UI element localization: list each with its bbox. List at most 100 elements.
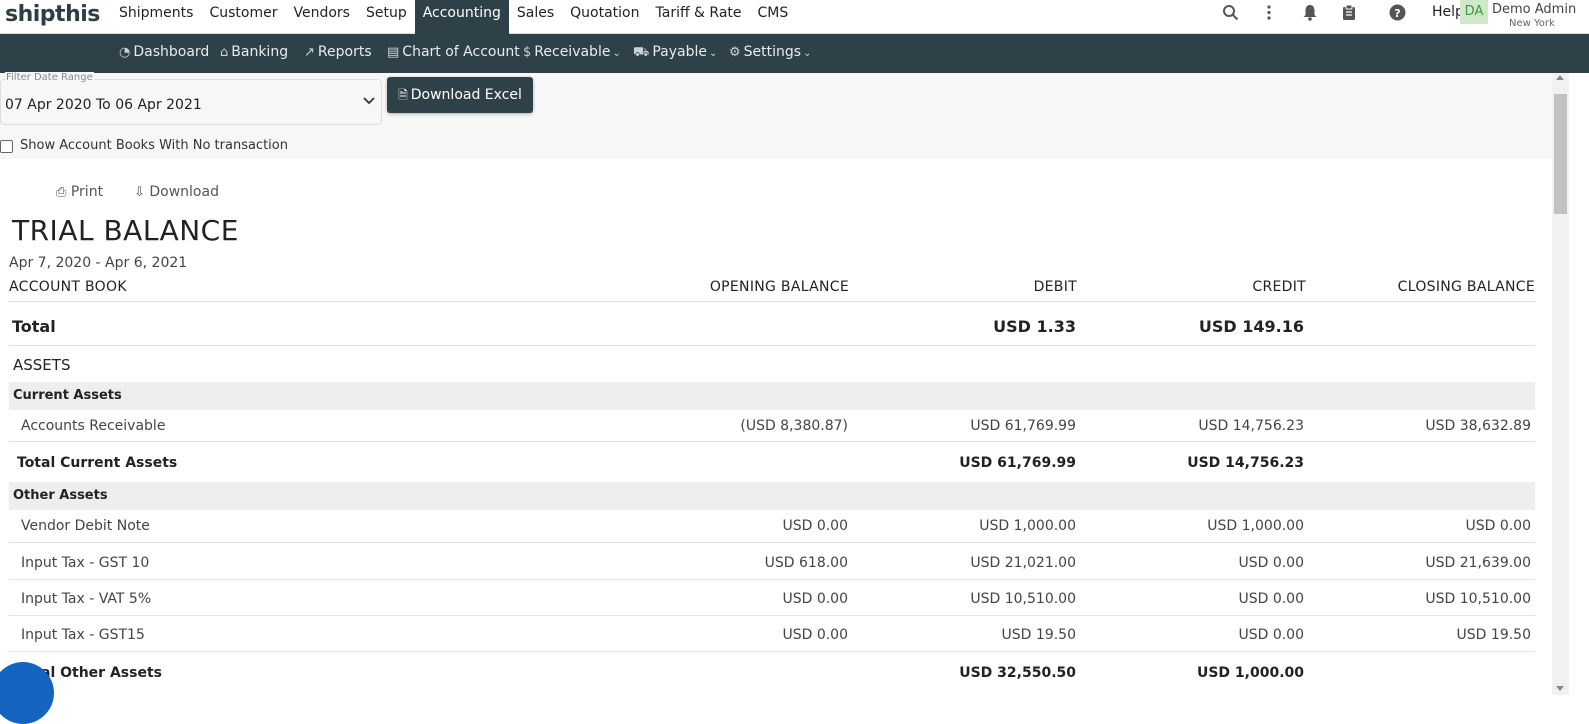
subtotal-debit: USD 61,769.99 (959, 455, 1076, 471)
top-bar: shipthis Shipments Customer Vendors Setu… (0, 0, 1589, 34)
download-label: Download (149, 184, 219, 200)
shipthis-logo[interactable]: shipthis (5, 2, 100, 27)
subtotal-debit: USD 32,550.50 (959, 665, 1076, 681)
closing-balance-cell: USD 19.50 (1456, 627, 1531, 643)
total-label: Total (12, 317, 56, 336)
debit-cell: USD 10,510.00 (970, 591, 1076, 607)
print-button[interactable]: ⎙ Print (56, 184, 103, 200)
credit-cell: USD 1,000.00 (1207, 518, 1304, 534)
no-transaction-checkbox[interactable] (0, 140, 13, 153)
svg-text:?: ? (1394, 7, 1400, 20)
group-row: Other Assets (9, 482, 1535, 510)
nav-sales[interactable]: Sales (509, 0, 562, 34)
credit-cell: USD 0.00 (1238, 627, 1304, 643)
cart-icon: ⛟ (633, 45, 650, 60)
subnav-payable[interactable]: ⛟ Payable ⌄ (633, 44, 720, 62)
subtotal-label: Total Current Assets (17, 455, 178, 471)
subnav-chart-of-account[interactable]: ▤ Chart of Account (387, 44, 520, 60)
account-name[interactable]: Input Tax - VAT 5% (21, 591, 151, 607)
closing-balance-cell: USD 38,632.89 (1425, 418, 1531, 434)
opening-balance-cell: USD 618.00 (764, 555, 848, 571)
total-row: Total USD 1.33 USD 149.16 (9, 302, 1535, 346)
nav-accounting[interactable]: Accounting (414, 0, 509, 34)
group-current-assets-label: Current Assets (13, 388, 122, 403)
account-name[interactable]: Accounts Receivable (21, 418, 165, 434)
opening-balance-cell: USD 0.00 (782, 591, 848, 607)
debit-cell: USD 19.50 (1001, 627, 1076, 643)
subnav-chart-of-account-label: Chart of Account (402, 44, 520, 60)
closing-balance-cell: USD 10,510.00 (1425, 591, 1531, 607)
nav-shipments[interactable]: Shipments (111, 0, 201, 34)
chevron-down-icon: ⌄ (612, 48, 621, 59)
date-range-value: 07 Apr 2020 To 06 Apr 2021 (5, 97, 202, 113)
debit-cell: USD 1,000.00 (979, 518, 1076, 534)
scroll-thumb[interactable] (1554, 94, 1567, 214)
date-range-legend: Filter Date Range (5, 72, 94, 83)
subnav-reports-label: Reports (317, 44, 372, 60)
subnav-banking[interactable]: ⌂ Banking (220, 44, 288, 60)
opening-balance-cell: USD 0.00 (782, 627, 848, 643)
user-name[interactable]: Demo Admin (1492, 2, 1576, 17)
more-vertical-icon[interactable] (1265, 4, 1273, 25)
opening-balance-cell: USD 0.00 (782, 518, 848, 534)
bell-icon[interactable] (1302, 4, 1318, 25)
debit-cell: USD 21,021.00 (970, 555, 1076, 571)
subnav-reports[interactable]: ↗ Reports (304, 44, 372, 60)
scroll-down-arrow-icon[interactable] (1556, 686, 1564, 691)
clipboard-icon[interactable] (1341, 4, 1357, 25)
table-row[interactable]: Input Tax - VAT 5% USD 0.00 USD 10,510.0… (9, 580, 1535, 616)
subnav-settings-label: Settings (743, 44, 802, 60)
chevron-down-icon: ⌄ (803, 48, 812, 59)
search-icon[interactable] (1222, 4, 1239, 25)
nav-setup[interactable]: Setup (358, 0, 415, 34)
account-name[interactable]: Vendor Debit Note (21, 518, 150, 534)
subnav-payable-label: Payable (652, 44, 708, 60)
column-header-credit: CREDIT (1252, 279, 1306, 295)
opening-balance-cell: (USD 8,380.87) (740, 418, 848, 434)
nav-tariff-rate[interactable]: Tariff & Rate (648, 0, 750, 34)
nav-vendors[interactable]: Vendors (285, 0, 357, 34)
credit-cell: USD 0.00 (1238, 591, 1304, 607)
no-transaction-label[interactable]: Show Account Books With No transaction (20, 138, 288, 153)
avatar[interactable]: DA (1460, 0, 1488, 24)
nav-quotation[interactable]: Quotation (562, 0, 647, 34)
download-button[interactable]: ⇩ Download (134, 184, 219, 200)
table-row[interactable]: Input Tax - GST15 USD 0.00 USD 19.50 USD… (9, 616, 1535, 652)
column-header-closing-balance: CLOSING BALANCE (1397, 279, 1535, 295)
table-row[interactable]: Vendor Debit Note USD 0.00 USD 1,000.00 … (9, 510, 1535, 543)
subtotal-credit: USD 1,000.00 (1196, 665, 1304, 681)
help-icon[interactable]: ? (1389, 4, 1406, 25)
subtotal-row: Total Other Assets USD 32,550.50 USD 1,0… (9, 652, 1535, 692)
table-row[interactable]: Input Tax - GST 10 USD 618.00 USD 21,021… (9, 543, 1535, 580)
scroll-up-arrow-icon[interactable] (1556, 75, 1564, 80)
account-name[interactable]: Input Tax - GST15 (21, 627, 145, 643)
dashboard-icon: ◔ (119, 45, 131, 60)
subtotal-credit: USD 14,756.23 (1187, 455, 1304, 471)
download-excel-button[interactable]: 🗎 Download Excel (387, 77, 533, 113)
nav-customer[interactable]: Customer (201, 0, 285, 34)
credit-cell: USD 14,756.23 (1198, 418, 1304, 434)
filter-bar: Filter Date Range 07 Apr 2020 To 06 Apr … (0, 72, 1552, 159)
subnav-dashboard-label: Dashboard (133, 44, 210, 60)
book-icon: ▤ (387, 45, 400, 60)
subnav-receivable[interactable]: $ Receivable ⌄ (523, 44, 624, 60)
account-name[interactable]: Input Tax - GST 10 (21, 555, 149, 571)
trial-balance-report: ⎙ Print ⇩ Download TRIAL BALANCE Apr 7, … (0, 159, 1552, 695)
download-excel-label: Download Excel (410, 87, 522, 103)
accounting-sub-nav: ◔ Dashboard ⌂ Banking ↗ Reports ▤ Chart of A… (0, 34, 1589, 73)
bank-icon: ⌂ (220, 45, 229, 60)
column-header-account-book: ACCOUNT BOOK (9, 279, 127, 295)
subnav-dashboard[interactable]: ◔ Dashboard (119, 44, 209, 60)
chat-fab-button[interactable] (0, 662, 54, 724)
subnav-settings[interactable]: ⚙ Settings ⌄ (729, 44, 814, 60)
date-range-select[interactable]: Filter Date Range 07 Apr 2020 To 06 Apr … (0, 72, 382, 125)
debit-cell: USD 61,769.99 (970, 418, 1076, 434)
table-row[interactable]: Accounts Receivable (USD 8,380.87) USD 6… (9, 410, 1535, 442)
page-scrollbar[interactable] (1552, 73, 1569, 695)
nav-cms[interactable]: CMS (750, 0, 797, 34)
closing-balance-cell: USD 0.00 (1465, 518, 1531, 534)
chart-icon: ↗ (304, 45, 315, 60)
subnav-receivable-label: Receivable (534, 44, 611, 60)
cloud-download-icon: ⇩ (134, 185, 145, 200)
chevron-down-icon (363, 93, 375, 109)
